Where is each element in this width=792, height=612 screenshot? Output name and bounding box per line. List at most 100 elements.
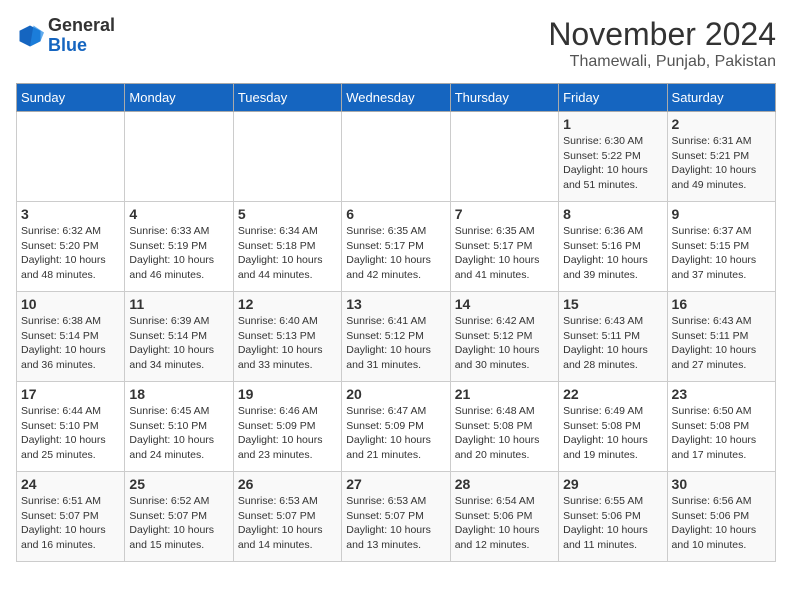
day-info: Sunrise: 6:43 AMSunset: 5:11 PMDaylight:…	[672, 314, 771, 373]
day-info: Sunrise: 6:48 AMSunset: 5:08 PMDaylight:…	[455, 404, 554, 463]
calendar-day-cell: 29 Sunrise: 6:55 AMSunset: 5:06 PMDayligh…	[559, 472, 667, 562]
calendar-day-cell: 5 Sunrise: 6:34 AMSunset: 5:18 PMDaylight…	[233, 202, 341, 292]
day-info: Sunrise: 6:53 AMSunset: 5:07 PMDaylight:…	[346, 494, 445, 553]
weekday-header-cell: Thursday	[450, 84, 558, 112]
calendar-day-cell: 16 Sunrise: 6:43 AMSunset: 5:11 PMDayligh…	[667, 292, 775, 382]
day-info: Sunrise: 6:36 AMSunset: 5:16 PMDaylight:…	[563, 224, 662, 283]
day-number: 20	[346, 386, 445, 402]
day-number: 13	[346, 296, 445, 312]
calendar-day-cell: 24Sunrise: 6:51 AMSunset: 5:07 PMDayligh…	[17, 472, 125, 562]
calendar-day-cell	[342, 112, 450, 202]
day-number: 1	[563, 116, 662, 132]
calendar-week-row: 3Sunrise: 6:32 AMSunset: 5:20 PMDaylight…	[17, 202, 776, 292]
calendar-day-cell: 28 Sunrise: 6:54 AMSunset: 5:06 PMDayligh…	[450, 472, 558, 562]
calendar-day-cell: 26 Sunrise: 6:53 AMSunset: 5:07 PMDayligh…	[233, 472, 341, 562]
day-number: 4	[129, 206, 228, 222]
day-info: Sunrise: 6:56 AMSunset: 5:06 PMDaylight:…	[672, 494, 771, 553]
logo-blue-text: Blue	[48, 35, 87, 55]
calendar-day-cell: 23 Sunrise: 6:50 AMSunset: 5:08 PMDayligh…	[667, 382, 775, 472]
day-number: 28	[455, 476, 554, 492]
day-number: 2	[672, 116, 771, 132]
day-number: 16	[672, 296, 771, 312]
day-info: Sunrise: 6:35 AMSunset: 5:17 PMDaylight:…	[346, 224, 445, 283]
day-info: Sunrise: 6:35 AMSunset: 5:17 PMDaylight:…	[455, 224, 554, 283]
day-number: 24	[21, 476, 120, 492]
weekday-header-cell: Wednesday	[342, 84, 450, 112]
day-number: 5	[238, 206, 337, 222]
day-info: Sunrise: 6:40 AMSunset: 5:13 PMDaylight:…	[238, 314, 337, 373]
calendar-day-cell: 4 Sunrise: 6:33 AMSunset: 5:19 PMDaylight…	[125, 202, 233, 292]
weekday-header-cell: Saturday	[667, 84, 775, 112]
day-info: Sunrise: 6:49 AMSunset: 5:08 PMDaylight:…	[563, 404, 662, 463]
day-number: 30	[672, 476, 771, 492]
weekday-header-row: SundayMondayTuesdayWednesdayThursdayFrid…	[17, 84, 776, 112]
day-number: 17	[21, 386, 120, 402]
day-info: Sunrise: 6:55 AMSunset: 5:06 PMDaylight:…	[563, 494, 662, 553]
day-info: Sunrise: 6:45 AMSunset: 5:10 PMDaylight:…	[129, 404, 228, 463]
weekday-header-cell: Friday	[559, 84, 667, 112]
day-number: 11	[129, 296, 228, 312]
calendar-day-cell: 12 Sunrise: 6:40 AMSunset: 5:13 PMDayligh…	[233, 292, 341, 382]
calendar-week-row: 24Sunrise: 6:51 AMSunset: 5:07 PMDayligh…	[17, 472, 776, 562]
calendar-day-cell	[125, 112, 233, 202]
day-info: Sunrise: 6:52 AMSunset: 5:07 PMDaylight:…	[129, 494, 228, 553]
calendar-body: 1 Sunrise: 6:30 AMSunset: 5:22 PMDaylight…	[17, 112, 776, 562]
calendar-day-cell: 9Sunrise: 6:37 AMSunset: 5:15 PMDaylight…	[667, 202, 775, 292]
calendar-day-cell: 22 Sunrise: 6:49 AMSunset: 5:08 PMDayligh…	[559, 382, 667, 472]
calendar-day-cell: 13 Sunrise: 6:41 AMSunset: 5:12 PMDayligh…	[342, 292, 450, 382]
calendar-day-cell: 3Sunrise: 6:32 AMSunset: 5:20 PMDaylight…	[17, 202, 125, 292]
day-info: Sunrise: 6:47 AMSunset: 5:09 PMDaylight:…	[346, 404, 445, 463]
calendar-day-cell: 21 Sunrise: 6:48 AMSunset: 5:08 PMDayligh…	[450, 382, 558, 472]
day-number: 10	[21, 296, 120, 312]
day-info: Sunrise: 6:42 AMSunset: 5:12 PMDaylight:…	[455, 314, 554, 373]
logo-general-text: General	[48, 15, 115, 35]
day-number: 18	[129, 386, 228, 402]
calendar-day-cell: 19 Sunrise: 6:46 AMSunset: 5:09 PMDayligh…	[233, 382, 341, 472]
day-info: Sunrise: 6:32 AMSunset: 5:20 PMDaylight:…	[21, 224, 120, 283]
day-number: 14	[455, 296, 554, 312]
calendar-day-cell: 15Sunrise: 6:43 AMSunset: 5:11 PMDayligh…	[559, 292, 667, 382]
day-number: 19	[238, 386, 337, 402]
day-info: Sunrise: 6:30 AMSunset: 5:22 PMDaylight:…	[563, 134, 662, 193]
calendar-day-cell: 8 Sunrise: 6:36 AMSunset: 5:16 PMDaylight…	[559, 202, 667, 292]
logo-icon	[16, 22, 44, 50]
day-info: Sunrise: 6:53 AMSunset: 5:07 PMDaylight:…	[238, 494, 337, 553]
day-number: 8	[563, 206, 662, 222]
weekday-header-cell: Tuesday	[233, 84, 341, 112]
day-info: Sunrise: 6:50 AMSunset: 5:08 PMDaylight:…	[672, 404, 771, 463]
title-block: November 2024 Thamewali, Punjab, Pakista…	[548, 16, 776, 71]
day-number: 29	[563, 476, 662, 492]
day-info: Sunrise: 6:31 AMSunset: 5:21 PMDaylight:…	[672, 134, 771, 193]
calendar-day-cell: 18 Sunrise: 6:45 AMSunset: 5:10 PMDayligh…	[125, 382, 233, 472]
day-number: 27	[346, 476, 445, 492]
calendar-day-cell: 2 Sunrise: 6:31 AMSunset: 5:21 PMDaylight…	[667, 112, 775, 202]
day-info: Sunrise: 6:41 AMSunset: 5:12 PMDaylight:…	[346, 314, 445, 373]
calendar-week-row: 17Sunrise: 6:44 AMSunset: 5:10 PMDayligh…	[17, 382, 776, 472]
weekday-header-cell: Monday	[125, 84, 233, 112]
day-number: 26	[238, 476, 337, 492]
day-number: 7	[455, 206, 554, 222]
calendar-day-cell: 17Sunrise: 6:44 AMSunset: 5:10 PMDayligh…	[17, 382, 125, 472]
day-number: 25	[129, 476, 228, 492]
calendar-week-row: 1 Sunrise: 6:30 AMSunset: 5:22 PMDaylight…	[17, 112, 776, 202]
calendar-day-cell: 30 Sunrise: 6:56 AMSunset: 5:06 PMDayligh…	[667, 472, 775, 562]
day-number: 12	[238, 296, 337, 312]
logo: General Blue	[16, 16, 115, 56]
calendar-table: SundayMondayTuesdayWednesdayThursdayFrid…	[16, 83, 776, 562]
calendar-day-cell: 27 Sunrise: 6:53 AMSunset: 5:07 PMDayligh…	[342, 472, 450, 562]
day-number: 21	[455, 386, 554, 402]
calendar-day-cell: 10Sunrise: 6:38 AMSunset: 5:14 PMDayligh…	[17, 292, 125, 382]
weekday-header-cell: Sunday	[17, 84, 125, 112]
calendar-day-cell: 11Sunrise: 6:39 AMSunset: 5:14 PMDayligh…	[125, 292, 233, 382]
day-info: Sunrise: 6:34 AMSunset: 5:18 PMDaylight:…	[238, 224, 337, 283]
day-number: 23	[672, 386, 771, 402]
day-info: Sunrise: 6:54 AMSunset: 5:06 PMDaylight:…	[455, 494, 554, 553]
calendar-day-cell: 14 Sunrise: 6:42 AMSunset: 5:12 PMDayligh…	[450, 292, 558, 382]
calendar-title: November 2024	[548, 16, 776, 53]
calendar-week-row: 10Sunrise: 6:38 AMSunset: 5:14 PMDayligh…	[17, 292, 776, 382]
calendar-day-cell: 20 Sunrise: 6:47 AMSunset: 5:09 PMDayligh…	[342, 382, 450, 472]
day-number: 22	[563, 386, 662, 402]
day-info: Sunrise: 6:33 AMSunset: 5:19 PMDaylight:…	[129, 224, 228, 283]
day-number: 6	[346, 206, 445, 222]
day-info: Sunrise: 6:46 AMSunset: 5:09 PMDaylight:…	[238, 404, 337, 463]
